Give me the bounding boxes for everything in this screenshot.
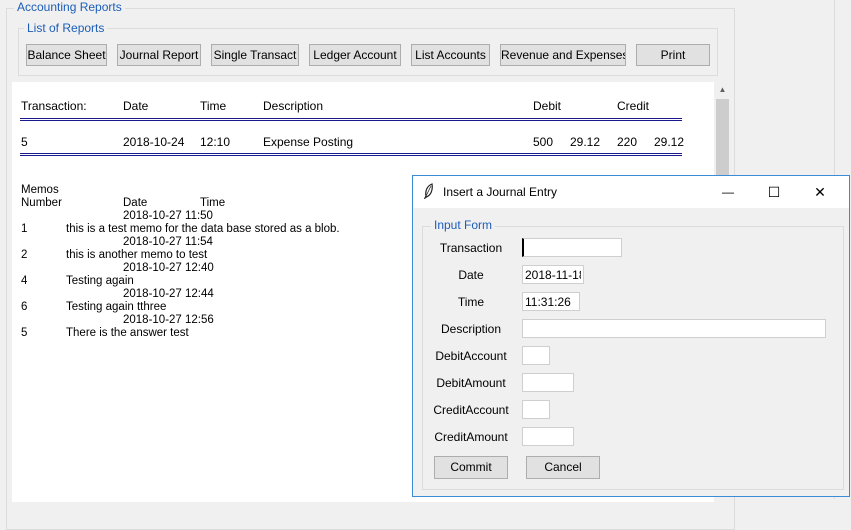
dialog-title: Insert a Journal Entry (443, 185, 558, 199)
row-time: 12:10 (200, 135, 231, 149)
description-field[interactable] (522, 319, 826, 338)
header-debit: Debit (533, 99, 562, 113)
credit-amount-field[interactable] (522, 427, 574, 446)
list-accounts-button[interactable]: List Accounts (411, 44, 490, 66)
feather-icon (423, 183, 433, 199)
description-label: Description (440, 322, 502, 336)
row-date: 2018-10-24 (123, 135, 185, 149)
memo-number: 5 (21, 327, 28, 339)
memo-timestamp: 2018-10-27 12:56 (123, 314, 214, 326)
memos-time-header: Time (200, 197, 226, 209)
maximize-icon[interactable]: ☐ (751, 176, 797, 208)
insert-journal-entry-dialog: Insert a Journal Entry — ☐ ✕ Input Form … (412, 175, 850, 497)
separator-line (20, 153, 682, 156)
input-form-title: Input Form (431, 218, 496, 232)
close-icon[interactable]: ✕ (797, 176, 843, 208)
memos-number-header: Number (21, 197, 62, 209)
memo-number: 1 (21, 223, 28, 235)
row-debit-amount: 29.12 (570, 135, 601, 149)
row-description: Expense Posting (263, 135, 354, 149)
date-label: Date (458, 268, 484, 282)
time-label: Time (457, 295, 485, 309)
header-date: Date (123, 99, 149, 113)
credit-account-label: CreditAccount (433, 403, 509, 417)
list-of-reports-title: List of Reports (24, 21, 108, 35)
print-button[interactable]: Print (636, 44, 710, 66)
debit-account-label: DebitAccount (435, 349, 507, 363)
ledger-account-button[interactable]: Ledger Account (309, 44, 401, 66)
balance-sheet-button[interactable]: Balance Sheet (26, 44, 107, 66)
memo-timestamp: 2018-10-27 11:54 (123, 236, 213, 248)
memo-text: There is the answer test (66, 327, 189, 339)
accounting-reports-title: Accounting Reports (14, 0, 125, 14)
credit-amount-label: CreditAmount (434, 430, 508, 444)
memo-number: 4 (21, 275, 28, 287)
single-transact-button[interactable]: Single Transact (211, 44, 299, 66)
debit-account-field[interactable] (522, 346, 550, 365)
date-field[interactable] (522, 265, 584, 284)
row-debit-account: 500 (533, 135, 554, 149)
revenue-and-expenses-button[interactable]: Revenue and Expenses (500, 44, 626, 66)
memo-text: Testing again (66, 275, 134, 287)
scroll-up-arrow-icon[interactable]: ▲ (714, 82, 731, 98)
header-credit: Credit (617, 99, 650, 113)
memo-text: this is another memo to test (66, 249, 208, 261)
header-description: Description (263, 99, 324, 113)
separator-line (20, 118, 682, 121)
header-time: Time (200, 99, 227, 113)
memo-timestamp: 2018-10-27 12:44 (123, 288, 214, 300)
debit-amount-field[interactable] (522, 373, 574, 392)
memo-timestamp: 2018-10-27 11:50 (123, 210, 213, 222)
scrollbar-thumb[interactable] (716, 99, 729, 179)
dialog-titlebar[interactable]: Insert a Journal Entry — ☐ ✕ (413, 176, 849, 208)
transaction-field[interactable] (522, 238, 622, 257)
memo-text: Testing again tthree (66, 301, 167, 313)
row-credit-account: 220 (617, 135, 638, 149)
minimize-icon[interactable]: — (705, 176, 751, 208)
cancel-button[interactable]: Cancel (526, 456, 600, 479)
memo-number: 6 (21, 301, 28, 313)
row-transaction: 5 (21, 135, 28, 149)
commit-button[interactable]: Commit (434, 456, 508, 479)
transaction-label: Transaction (439, 241, 503, 255)
memo-text: this is a test memo for the data base st… (66, 223, 340, 235)
journal-report-button[interactable]: Journal Report (117, 44, 201, 66)
memo-timestamp: 2018-10-27 12:40 (123, 262, 214, 274)
credit-account-field[interactable] (522, 400, 550, 419)
memo-number: 2 (21, 249, 28, 261)
row-credit-amount: 29.12 (654, 135, 685, 149)
header-transaction: Transaction: (21, 99, 87, 113)
memos-date-header: Date (123, 197, 148, 209)
time-field[interactable] (522, 292, 580, 311)
memos-title: Memos (21, 184, 59, 196)
debit-amount-label: DebitAmount (436, 376, 506, 390)
